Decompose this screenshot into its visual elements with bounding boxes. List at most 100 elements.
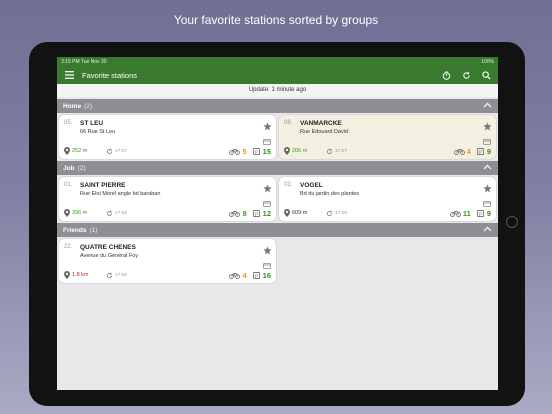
station-card[interactable]: 22. QUATRE CHENES Avenue du Général Foy 1.8… [59, 239, 276, 283]
station-number: 03. [284, 182, 293, 188]
station-card[interactable]: 05. ST LEU 66 Rue St Leu 252 m 17:07 5 P 15 [59, 115, 276, 159]
refresh-icon[interactable] [459, 68, 473, 82]
sync-icon [106, 148, 113, 154]
menu-icon[interactable] [62, 68, 76, 82]
stands-count: 9 [486, 146, 491, 156]
bikes-count: 5 [242, 146, 247, 156]
distance-value: 206 m [292, 148, 308, 154]
chevron-up-icon[interactable] [483, 102, 492, 110]
location-pin-icon [64, 209, 70, 217]
svg-text:P: P [479, 149, 482, 154]
time-value: 17:06 [115, 210, 128, 216]
home-button [506, 216, 518, 228]
distance: 396 m [64, 209, 106, 217]
bikes-count: 4 [466, 146, 471, 156]
station-name: VANMARCKE [300, 120, 342, 127]
location-pin-icon [64, 271, 70, 279]
station-address: Bd du jardin des plantes [300, 191, 360, 197]
stands-count: 12 [262, 208, 271, 218]
bikes-count: 8 [242, 208, 247, 218]
group-header-job[interactable]: Job (2) [57, 161, 498, 175]
station-number: 01. [64, 182, 73, 188]
station-number: 05. [64, 120, 73, 126]
update-time: 17:05 [106, 272, 127, 279]
station-cards: 22. QUATRE CHENES Avenue du Général Foy 1.8… [57, 237, 498, 283]
bike-icon [450, 210, 461, 217]
station-name: QUATRE CHENES [80, 244, 136, 251]
group-header-friends[interactable]: Friends (1) [57, 223, 498, 237]
time-value: 17:07 [335, 148, 348, 154]
location-pin-icon [284, 147, 290, 155]
timer-icon[interactable] [439, 68, 453, 82]
station-name: SAINT PIERRE [80, 182, 126, 189]
distance-value: 609 m [292, 210, 308, 216]
parking-icon: P [476, 209, 484, 217]
station-stats: 206 m 17:07 4 P 9 [284, 146, 491, 156]
bikes-count: 11 [462, 208, 471, 218]
status-battery: 100% [481, 58, 494, 65]
availability: 4 P9 [453, 146, 491, 156]
search-icon[interactable] [479, 68, 493, 82]
parking-icon: P [252, 271, 260, 279]
sync-icon [326, 148, 333, 154]
distance-value: 1.8 km [72, 272, 89, 278]
app-bar: Favorite stations [57, 66, 498, 84]
parking-icon: P [252, 147, 260, 155]
distance: 1.8 km [64, 271, 106, 279]
update-time: 17:07 [106, 148, 127, 155]
svg-text:P: P [255, 273, 258, 278]
station-address: Rue Edouard David [300, 129, 349, 135]
svg-text:P: P [255, 149, 258, 154]
distance: 206 m [284, 147, 326, 155]
group-count: (1) [89, 226, 98, 234]
station-card[interactable]: 01. SAINT PIERRE Rue Eloi Morel angle bd b… [59, 177, 276, 221]
availability: 4 P 16 [229, 271, 271, 280]
bike-icon [229, 210, 241, 217]
marketing-caption: Your favorite stations sorted by groups [173, 13, 379, 27]
parking-icon: P [476, 147, 484, 155]
chevron-up-icon[interactable] [483, 226, 492, 234]
bikes-count: 4 [242, 270, 247, 280]
group-count: (2) [77, 164, 86, 172]
group-name: Home [63, 102, 82, 110]
station-card[interactable]: 03. VOGEL Bd du jardin des plantes 609 m 17:… [279, 177, 496, 221]
parking-icon: P [252, 209, 260, 217]
location-pin-icon [284, 209, 290, 217]
distance-value: 252 m [72, 148, 88, 154]
availability: 5 P 15 [229, 147, 271, 156]
bike-icon [453, 148, 465, 155]
svg-text:P: P [255, 211, 258, 216]
app-screen: 3:15 PM Tue Nov 30 100% Favorite station… [57, 57, 498, 390]
svg-text:P: P [479, 211, 482, 216]
availability: 11 P 9 [450, 209, 491, 218]
station-address: Rue Eloi Morel angle bd baraban [80, 191, 161, 197]
stands-count: 9 [486, 208, 491, 218]
station-address: 66 Rue St Leu [80, 129, 116, 135]
sync-icon [106, 272, 113, 278]
distance: 609 m [284, 209, 326, 217]
time-value: 17:05 [115, 272, 128, 278]
station-cards: 01. SAINT PIERRE Rue Eloi Morel angle bd b… [57, 175, 498, 221]
group-header-home[interactable]: Home (2) [57, 99, 498, 113]
app-title: Favorite stations [82, 70, 138, 80]
station-number: 08. [284, 120, 293, 126]
bike-icon [229, 148, 241, 155]
group-count: (2) [84, 102, 93, 110]
stands-count: 15 [262, 146, 271, 156]
bike-icon [229, 272, 241, 279]
status-time: 3:15 PM Tue Nov 30 [61, 58, 107, 65]
station-cards: 05. ST LEU 66 Rue St Leu 252 m 17:07 5 P 15 08. V… [57, 113, 498, 159]
availability: 8 P 12 [229, 209, 271, 218]
station-stats: 396 m 17:06 8 P 12 [64, 208, 271, 218]
update-time: 17:05 [326, 210, 347, 217]
distance: 252 m [64, 147, 106, 155]
sync-icon [326, 210, 333, 216]
station-card[interactable]: 08. VANMARCKE Rue Edouard David 206 m 17:07 4… [279, 115, 496, 159]
station-stats: 609 m 17:05 11 P 9 [284, 208, 491, 218]
groups-list: Home (2) 05. ST LEU 66 Rue St Leu 252 m 17:07 5… [57, 99, 498, 283]
group-name: Friends [63, 226, 87, 234]
update-time: 17:06 [106, 210, 127, 217]
update-time: 17:07 [326, 148, 347, 155]
time-value: 17:05 [335, 210, 348, 216]
chevron-up-icon[interactable] [483, 164, 492, 172]
